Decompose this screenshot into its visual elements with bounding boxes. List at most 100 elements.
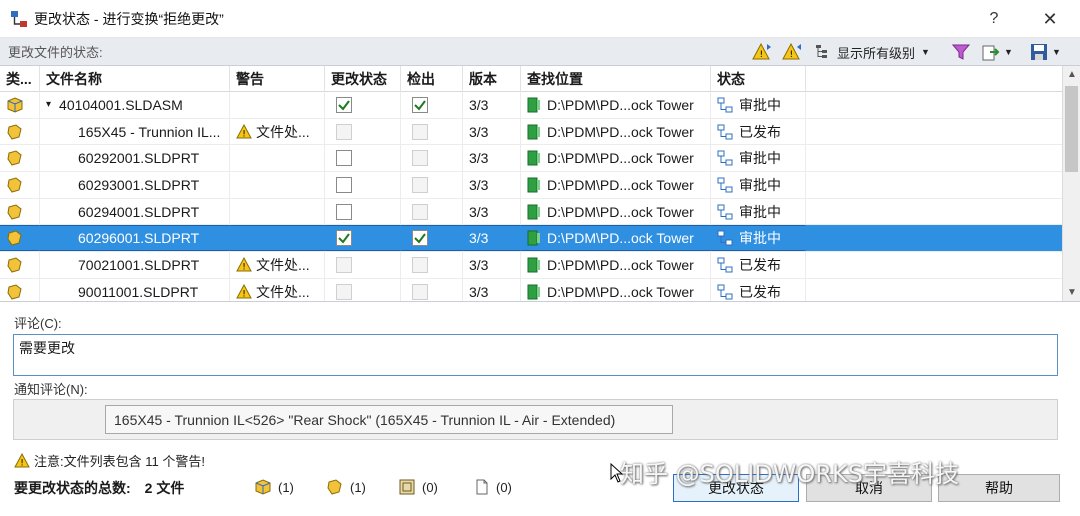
- state-cell: 审批中: [711, 172, 806, 198]
- window-title: 更改状态 - 进行变换“拒绝更改”: [34, 10, 224, 27]
- change-state-checkbox[interactable]: [336, 96, 352, 113]
- file-name: 165X45 - Trunnion IL...: [78, 123, 221, 140]
- check-out-checkbox[interactable]: [412, 96, 428, 113]
- column-warning[interactable]: 警告: [230, 66, 325, 92]
- change-state-checkbox[interactable]: [336, 230, 352, 247]
- file-list-header: 类... 文件名称 警告 更改状态 检出 版本 查找位置 状态: [0, 66, 1062, 92]
- vault-folder-icon: [527, 284, 540, 300]
- file-name-cell[interactable]: 60296001.SLDPRT: [40, 225, 230, 252]
- version-cell: 3/3: [463, 92, 521, 118]
- vault-folder-icon: [527, 124, 540, 140]
- check-out-cell[interactable]: [401, 252, 463, 278]
- column-check-out[interactable]: 检出: [401, 66, 463, 92]
- drawing-icon: [399, 479, 415, 495]
- next-warning-button[interactable]: !: [752, 41, 772, 63]
- table-row[interactable]: 60292001.SLDPRT 3/3 D:\PDM\PD...ock Tower 审…: [0, 145, 1062, 173]
- version-cell: 3/3: [463, 198, 521, 225]
- table-row[interactable]: 60294001.SLDPRT 3/3 D:\PDM\PD...ock Tower 审…: [0, 198, 1062, 226]
- version: 3/3: [469, 230, 489, 247]
- count-parts-value: (1): [350, 479, 366, 495]
- check-out-cell[interactable]: [401, 278, 463, 301]
- workflow-state-icon: [717, 204, 733, 220]
- change-state-checkbox[interactable]: [336, 150, 352, 167]
- scroll-up-icon[interactable]: ▲: [1063, 66, 1080, 82]
- vertical-scrollbar[interactable]: ▲ ▼: [1062, 66, 1080, 301]
- change-state-cell[interactable]: [325, 118, 401, 145]
- table-row[interactable]: 90011001.SLDPRT! 文件处... 3/3 D:\PDM\PD...ock…: [0, 278, 1062, 301]
- state: 审批中: [739, 176, 781, 193]
- column-found-in[interactable]: 查找位置: [521, 66, 711, 92]
- file-name-cell[interactable]: ▾ 40104001.SLDASM: [40, 92, 230, 118]
- help-title-button[interactable]: ?: [980, 6, 1008, 32]
- count-other-files: (0): [474, 479, 512, 495]
- svg-text:!: !: [242, 130, 246, 140]
- check-out-cell[interactable]: [401, 145, 463, 172]
- file-name-cell[interactable]: 70021001.SLDPRT: [40, 252, 230, 278]
- table-row[interactable]: 165X45 - Trunnion IL...! 文件处... 3/3 D:\PDM\…: [0, 118, 1062, 146]
- change-state-cell[interactable]: [325, 225, 401, 252]
- file-name-cell[interactable]: 60292001.SLDPRT: [40, 145, 230, 172]
- file-name-cell[interactable]: 60294001.SLDPRT: [40, 198, 230, 225]
- change-state-checkbox[interactable]: [336, 176, 352, 193]
- type-cell: [0, 198, 40, 225]
- change-state-cell[interactable]: [325, 252, 401, 278]
- check-out-cell[interactable]: [401, 118, 463, 145]
- table-row[interactable]: 70021001.SLDPRT! 文件处... 3/3 D:\PDM\PD...ock…: [0, 252, 1062, 279]
- version: 3/3: [469, 123, 489, 140]
- check-out-checkbox[interactable]: [412, 230, 428, 247]
- type-cell: [0, 145, 40, 172]
- column-version[interactable]: 版本: [463, 66, 521, 92]
- file-name-cell[interactable]: 60293001.SLDPRT: [40, 172, 230, 198]
- table-row[interactable]: 60296001.SLDPRT 3/3 D:\PDM\PD...ock Tower 审…: [0, 225, 1062, 253]
- change-state-checkbox[interactable]: [336, 203, 352, 220]
- scroll-thumb[interactable]: [1065, 86, 1078, 172]
- table-row[interactable]: ▾ 40104001.SLDASM 3/3 D:\PDM\PD...ock Tower…: [0, 92, 1062, 119]
- filter-icon: [952, 44, 970, 60]
- check-out-cell[interactable]: [401, 172, 463, 198]
- export-button[interactable]: ▼: [982, 41, 1013, 63]
- column-type[interactable]: 类...: [0, 66, 40, 92]
- notify-item[interactable]: 165X45 - Trunnion IL<526> "Rear Shock" (…: [105, 405, 673, 434]
- vault-folder-icon: [527, 230, 540, 246]
- expand-icon[interactable]: ▾: [46, 99, 51, 110]
- comment-input[interactable]: 需要更改: [13, 334, 1058, 376]
- change-state-cell[interactable]: [325, 278, 401, 301]
- close-button[interactable]: ✕: [1036, 6, 1064, 32]
- warning-icon: !: [236, 124, 252, 139]
- version: 3/3: [469, 256, 489, 273]
- file-name-cell[interactable]: 165X45 - Trunnion IL...: [40, 118, 230, 145]
- found-in: D:\PDM\PD...ock Tower: [547, 123, 694, 140]
- chevron-down-icon: ▼: [1004, 47, 1013, 57]
- scroll-down-icon[interactable]: ▼: [1063, 284, 1080, 300]
- check-out-cell[interactable]: [401, 225, 463, 252]
- filter-button[interactable]: [952, 41, 970, 63]
- change-state-cell[interactable]: [325, 92, 401, 118]
- state: 已发布: [739, 283, 781, 300]
- help-button[interactable]: 帮助: [938, 474, 1060, 502]
- found-in: D:\PDM\PD...ock Tower: [547, 203, 694, 220]
- version: 3/3: [469, 96, 489, 113]
- check-out-cell[interactable]: [401, 92, 463, 118]
- check-out-cell[interactable]: [401, 198, 463, 225]
- notify-list[interactable]: 165X45 - Trunnion IL<526> "Rear Shock" (…: [13, 399, 1058, 440]
- level-filter-dropdown[interactable]: 显示所有级别 ▼: [815, 41, 930, 63]
- prev-warning-button[interactable]: !: [782, 41, 802, 63]
- change-state-button[interactable]: 更改状态: [673, 474, 799, 502]
- assembly-icon: [7, 97, 23, 113]
- cancel-button[interactable]: 取消: [806, 474, 932, 502]
- checkmark-icon: [414, 233, 426, 244]
- change-state-cell[interactable]: [325, 145, 401, 172]
- column-file-name[interactable]: 文件名称: [40, 66, 230, 92]
- change-state-cell[interactable]: [325, 172, 401, 198]
- column-change-state[interactable]: 更改状态: [325, 66, 401, 92]
- svg-text:!: !: [242, 290, 246, 300]
- table-row[interactable]: 60293001.SLDPRT 3/3 D:\PDM\PD...ock Tower 审…: [0, 172, 1062, 199]
- file-name-cell[interactable]: 90011001.SLDPRT: [40, 278, 230, 301]
- save-button[interactable]: ▼: [1030, 41, 1061, 63]
- found-in: D:\PDM\PD...ock Tower: [547, 150, 694, 167]
- change-state-cell[interactable]: [325, 198, 401, 225]
- type-cell: [0, 118, 40, 145]
- warning-note: ! 注意:文件列表包含 11 个警告!: [14, 451, 205, 470]
- column-state[interactable]: 状态: [711, 66, 806, 92]
- found-in-cell: D:\PDM\PD...ock Tower: [521, 118, 711, 145]
